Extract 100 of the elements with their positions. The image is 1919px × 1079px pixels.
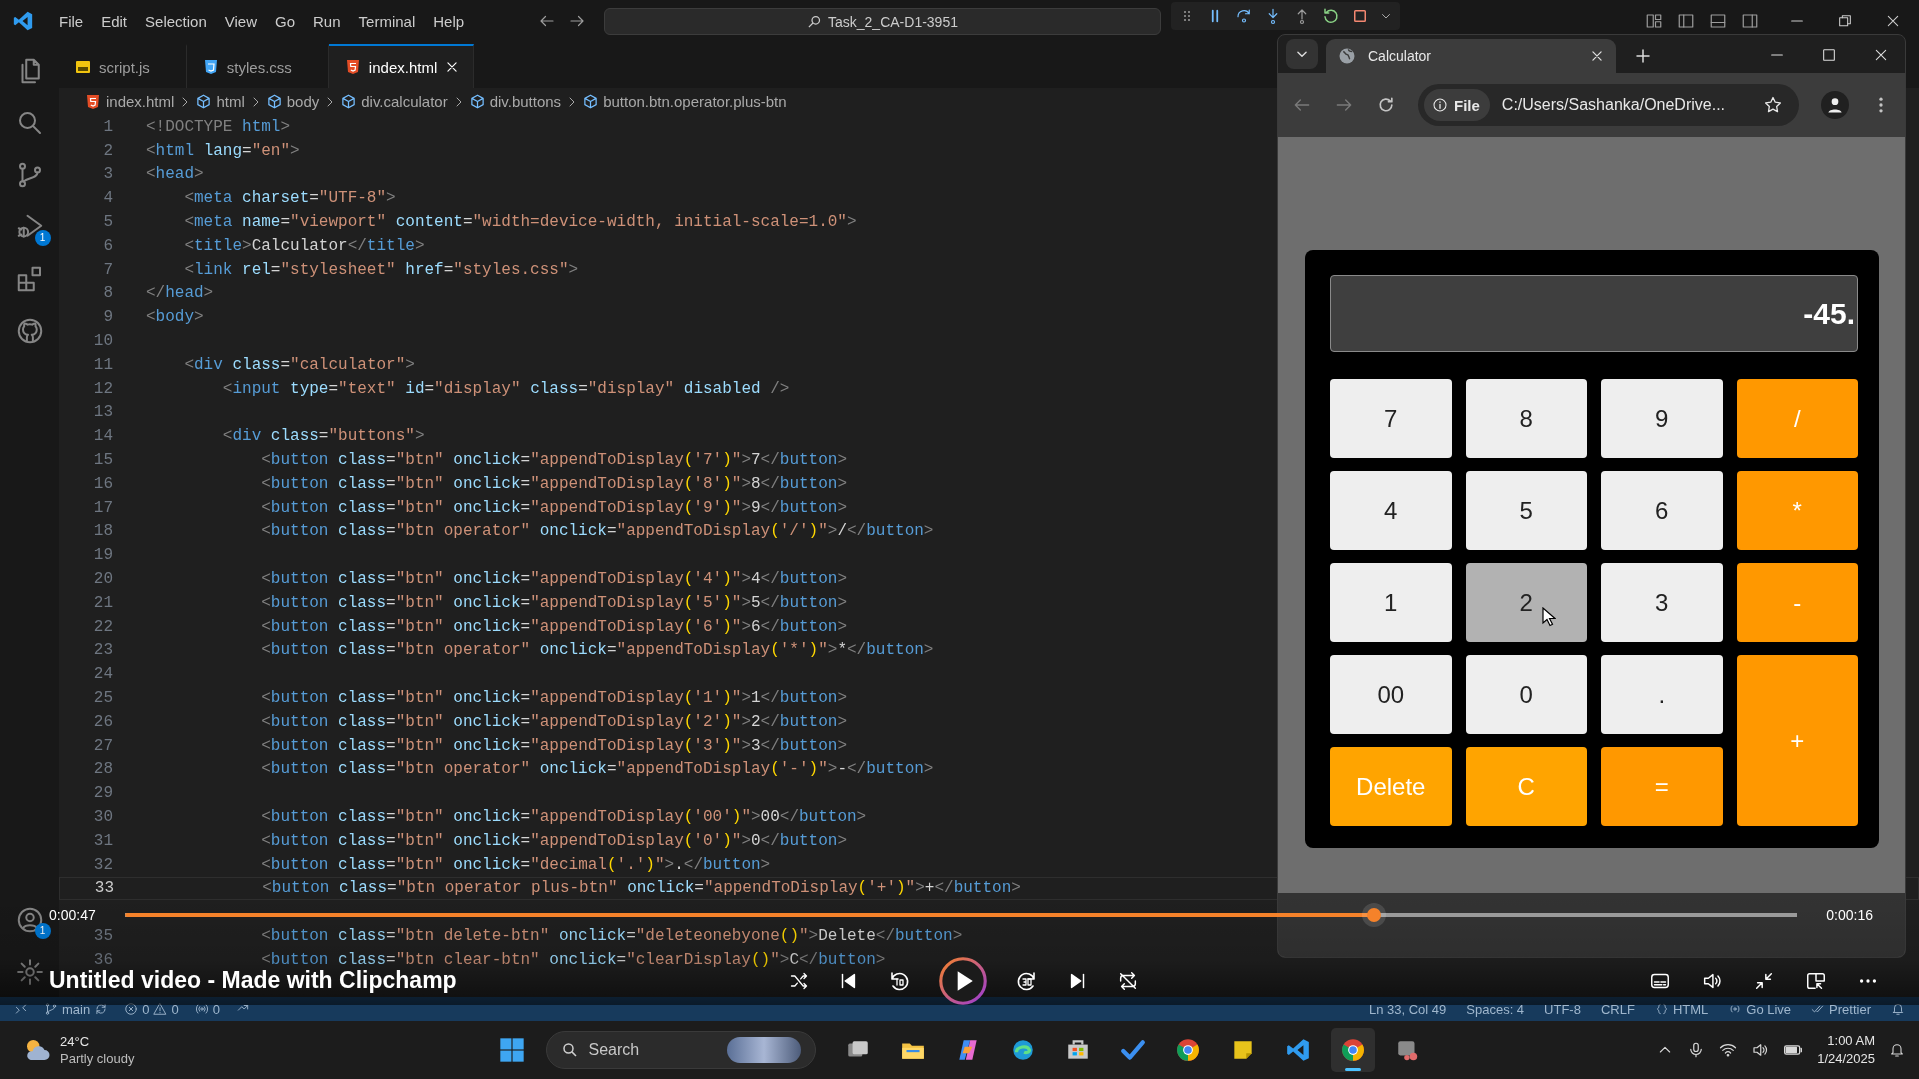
breadcrumb-item[interactable]: index.html: [106, 93, 175, 110]
close-icon[interactable]: [445, 60, 460, 74]
calculator-key[interactable]: 3: [1601, 563, 1723, 642]
ports-icon: [194, 1002, 209, 1016]
menu-item[interactable]: File: [52, 9, 91, 33]
calculator-key[interactable]: 6: [1601, 471, 1723, 550]
menu-item[interactable]: Help: [426, 9, 472, 33]
line-number: 31: [92, 831, 113, 850]
calculator-key[interactable]: 8: [1465, 379, 1587, 458]
star-icon[interactable]: [1763, 95, 1783, 115]
profile-avatar[interactable]: [1821, 91, 1849, 119]
line-number: 30: [92, 808, 113, 826]
menu-item[interactable]: Go: [268, 9, 302, 33]
calculator-key[interactable]: .: [1601, 655, 1723, 734]
command-center-field[interactable]: Task_2_CA-D1-3951: [604, 8, 1161, 35]
warning-icon: [153, 1002, 168, 1016]
breadcrumb-item[interactable]: div.buttons: [489, 93, 562, 110]
calculator-key[interactable]: 0: [1465, 655, 1587, 734]
clock-time[interactable]: 1:00 AM: [1827, 1032, 1875, 1050]
calculator-key[interactable]: 9: [1601, 379, 1723, 458]
code-line: <meta name="viewport" content="width=device-width, initial-scale=1.0">: [183, 213, 857, 232]
remote-icon[interactable]: [14, 1002, 28, 1016]
calculator-key[interactable]: 00: [1330, 655, 1452, 734]
close-icon[interactable]: [1590, 49, 1604, 63]
status-item[interactable]: CRLF: [1600, 1001, 1635, 1017]
warning-count[interactable]: 0: [171, 1001, 179, 1017]
menu-item[interactable]: View: [217, 9, 264, 33]
code-line: <button class="btn operator" onclick="appendToDisplay('*')">*</button>: [260, 641, 934, 660]
chrome-icon[interactable]: [1174, 1037, 1201, 1063]
browser-tab[interactable]: Calculator: [1326, 39, 1616, 73]
seek-handle[interactable]: [1362, 903, 1387, 927]
line-number: 27: [92, 736, 113, 755]
line-number: 12: [92, 379, 113, 398]
status-item[interactable]: Spaces: 4: [1466, 1001, 1525, 1017]
line-number: 11: [92, 355, 113, 374]
error-count[interactable]: 0: [142, 1001, 150, 1017]
repeat-off-icon[interactable]: [1117, 970, 1139, 992]
shuffle-icon[interactable]: [789, 971, 809, 991]
tab-search-button[interactable]: [1286, 39, 1318, 69]
collapse-icon[interactable]: [1753, 970, 1775, 992]
status-item[interactable]: Ln 33, Col 49: [1368, 1001, 1447, 1017]
settings-icon[interactable]: [14, 957, 45, 987]
line-number: 14: [92, 427, 113, 446]
breadcrumb-item[interactable]: div.calculator: [361, 93, 448, 110]
layout-icon[interactable]: [1645, 12, 1663, 30]
menu-item[interactable]: Terminal: [351, 9, 423, 33]
wifi-icon[interactable]: [1719, 1041, 1738, 1059]
code-line: <button class="btn" onclick="appendToDisplay('3')">3</button>: [260, 736, 848, 755]
breadcrumb-item[interactable]: html: [216, 93, 245, 110]
clock-date[interactable]: 1/24/2025: [1817, 1050, 1875, 1068]
new-tab-icon[interactable]: [1634, 47, 1652, 65]
code-line: <body>: [146, 308, 204, 327]
menu-item[interactable]: Edit: [94, 9, 135, 33]
close-icon[interactable]: [1873, 47, 1889, 63]
branch-name[interactable]: main: [62, 1001, 91, 1017]
menu-item[interactable]: Selection: [138, 9, 214, 33]
menu-item[interactable]: Run: [306, 9, 348, 33]
start-icon[interactable]: [497, 1036, 526, 1064]
reload-icon[interactable]: [1376, 95, 1396, 115]
editor-tab[interactable]: index.html: [328, 44, 475, 88]
line-number: 26: [92, 712, 113, 731]
notification-bell-icon[interactable]: [1889, 1042, 1905, 1058]
play-button[interactable]: [939, 957, 987, 1005]
code-line: <title>Calculator</title>: [183, 236, 425, 255]
calculator-key[interactable]: 7: [1330, 379, 1452, 458]
maximize-icon[interactable]: [1821, 47, 1837, 63]
volume-icon[interactable]: [1751, 1041, 1770, 1059]
address-bar[interactable]: File C:/Users/Sashanka/OneDrive...: [1418, 84, 1799, 126]
code-line: <button class="btn operator" onclick="appendToDisplay('-')">-</button>: [260, 760, 934, 779]
calculator-key[interactable]: 2: [1465, 563, 1587, 642]
checkmark-icon[interactable]: [1119, 1037, 1146, 1063]
restore-icon[interactable]: [1837, 13, 1853, 29]
sidebar-left-icon[interactable]: [1677, 12, 1695, 30]
close-icon[interactable]: [1885, 13, 1901, 29]
status-item[interactable]: Prettier: [1829, 1001, 1871, 1017]
restart-icon[interactable]: [1322, 7, 1340, 25]
picture-in-picture-icon[interactable]: [1805, 970, 1827, 992]
line-number: 32: [92, 855, 113, 874]
calculator-key[interactable]: 5: [1465, 471, 1587, 550]
mouse-pointer-icon: [1541, 607, 1556, 627]
step-over-icon[interactable]: [1235, 7, 1253, 25]
panel-bottom-icon[interactable]: [1709, 12, 1727, 30]
status-item[interactable]: UTF-8: [1544, 1001, 1581, 1017]
stop-icon[interactable]: [1351, 7, 1369, 25]
calculator-key[interactable]: 1: [1330, 563, 1452, 642]
sync-icon[interactable]: [94, 1002, 109, 1016]
breadcrumb-item[interactable]: body: [286, 93, 320, 110]
calculator-key[interactable]: 4: [1330, 471, 1452, 550]
html-file-icon: [344, 59, 361, 75]
breadcrumb-item[interactable]: button.btn.operator.plus-btn: [603, 93, 787, 110]
status-item[interactable]: Go Live: [1746, 1001, 1792, 1017]
chrome-icon[interactable]: [1339, 1037, 1366, 1063]
sidebar-right-icon[interactable]: [1741, 12, 1759, 30]
code-editor-icon[interactable]: [1284, 1037, 1311, 1063]
taskbar-search-field[interactable]: Search: [545, 1031, 816, 1069]
line-number: 13: [92, 403, 113, 422]
ports-count[interactable]: 0: [212, 1001, 220, 1017]
cube-icon: [469, 94, 485, 109]
status-item[interactable]: HTML: [1672, 1001, 1709, 1017]
bell-icon[interactable]: [1891, 1002, 1905, 1016]
